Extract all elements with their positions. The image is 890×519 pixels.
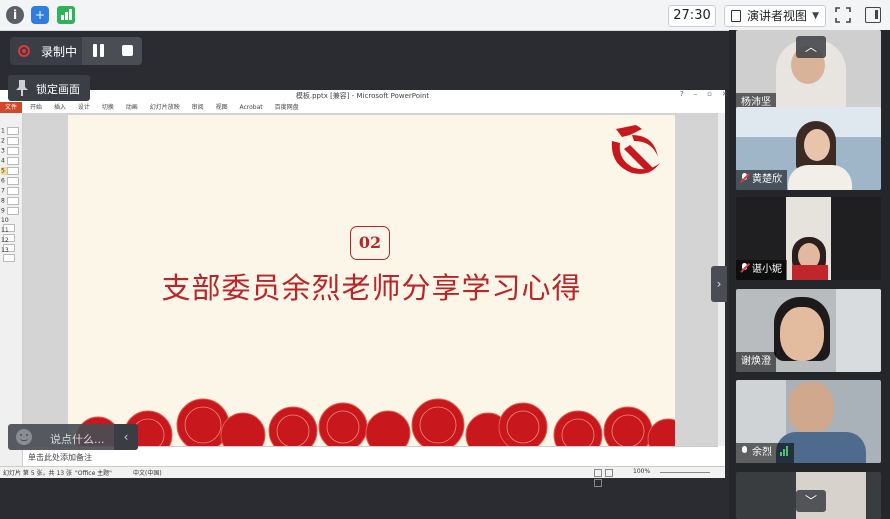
chevron-up-icon[interactable]: ︿ xyxy=(796,36,826,58)
chat-input[interactable]: 说点什么... xyxy=(50,431,105,447)
stop-icon[interactable] xyxy=(122,45,133,56)
participant-face xyxy=(788,382,834,434)
ribbon-tab[interactable]: 动画 xyxy=(126,104,138,111)
pin-icon[interactable] xyxy=(15,79,29,97)
section-number-badge: 02 xyxy=(350,226,390,260)
zoom-level: 100% xyxy=(633,468,651,475)
lock-screen-label: 锁定画面 xyxy=(36,83,80,96)
participant-tile[interactable]: 谌小妮 xyxy=(736,197,881,280)
participant-video xyxy=(836,289,881,372)
ppt-window-title: 模板.pptx [兼容] - Microsoft PowerPoint xyxy=(0,90,725,102)
slide-thumbnail[interactable]: 8 xyxy=(1,197,19,205)
slide-thumbnail-selected[interactable]: 5 xyxy=(1,167,19,175)
ribbon-tab[interactable]: 插入 xyxy=(54,104,66,111)
pause-icon[interactable] xyxy=(93,44,105,57)
slide-thumbnail[interactable]: 3 xyxy=(1,147,19,155)
participant-name-tag: 余烈 xyxy=(736,443,794,463)
slide-thumbnail-pane: 1 2 3 4 5 6 7 8 9 10 11 12 13 xyxy=(0,113,23,466)
record-icon xyxy=(18,45,30,57)
cloud-wave-decoration xyxy=(75,398,675,446)
participant-name: 余烈 xyxy=(752,447,772,458)
slide-thumbnail[interactable]: 7 xyxy=(1,187,19,195)
participant-name-tag: 谢焕澄 xyxy=(736,352,776,372)
slide-canvas: 02 支部委员余烈老师分享学习心得 xyxy=(68,115,675,446)
mic-icon xyxy=(741,446,748,456)
ribbon-tab[interactable]: 审阅 xyxy=(192,104,204,111)
volume-level-icon xyxy=(780,444,789,463)
side-panel-icon[interactable] xyxy=(865,7,881,23)
theme-name: "Office 主题" xyxy=(75,470,112,477)
fullscreen-icon[interactable] xyxy=(835,7,851,23)
recording-controls xyxy=(82,37,142,65)
participant-tile[interactable]: 黄楚欣 xyxy=(736,107,881,190)
slide-thumbnail[interactable]: 9 xyxy=(1,207,19,215)
signal-icon[interactable] xyxy=(57,6,75,24)
mic-muted-icon xyxy=(741,263,748,273)
ribbon-tab[interactable]: 百度网盘 xyxy=(275,104,299,111)
ribbon-tab[interactable]: 切换 xyxy=(102,104,114,111)
view-mode-dropdown[interactable]: 演讲者视图 ▼ xyxy=(724,5,826,27)
participant-body xyxy=(792,265,828,280)
participant-name-tag: 谌小妮 xyxy=(736,260,787,280)
language: 中文(中国) xyxy=(133,470,162,477)
ribbon-tab[interactable]: 开始 xyxy=(30,104,42,111)
view-mode-icons[interactable] xyxy=(594,469,626,487)
participant-face xyxy=(804,129,830,161)
participant-tile[interactable]: 余烈 xyxy=(736,380,881,463)
shield-icon[interactable]: + xyxy=(31,6,49,24)
slide-thumbnail[interactable]: 6 xyxy=(1,177,19,185)
ribbon-tab[interactable]: Acrobat xyxy=(240,104,263,111)
ribbon-tab[interactable]: 幻灯片放映 xyxy=(150,104,180,111)
sidebar-toggle-button[interactable]: › xyxy=(711,266,727,302)
participant-name: 谢焕澄 xyxy=(741,356,771,367)
ppt-status-bar: 幻灯片 第 5 张，共 13 张 "Office 主题" 中文(中国) 100% xyxy=(0,466,725,487)
slide-thumbnail[interactable]: 2 xyxy=(1,137,19,145)
ribbon-tab[interactable]: 设计 xyxy=(78,104,90,111)
view-mode-label: 演讲者视图 xyxy=(747,9,808,23)
party-emblem-icon xyxy=(611,125,660,174)
ribbon-tab[interactable]: 视图 xyxy=(216,104,228,111)
emoji-icon[interactable] xyxy=(16,429,32,445)
notes-placeholder: 单击此处添加备注 xyxy=(28,453,92,462)
slide-count: 幻灯片 第 5 张，共 13 张 xyxy=(3,470,72,477)
slide-title: 支部委员余烈老师分享学习心得 xyxy=(161,271,582,305)
participant-name: 谌小妮 xyxy=(752,264,782,275)
chevron-left-icon[interactable]: ‹ xyxy=(114,424,138,450)
chevron-down-icon[interactable]: ﹀ xyxy=(796,490,826,512)
chevron-down-icon: ▼ xyxy=(812,11,819,21)
participant-name-tag: 黄楚欣 xyxy=(736,170,787,190)
participant-name: 黄楚欣 xyxy=(752,174,782,185)
slide-thumbnail[interactable]: 13 xyxy=(1,247,22,262)
zoom-slider[interactable] xyxy=(660,472,710,473)
info-icon[interactable]: i xyxy=(6,6,24,24)
file-tab[interactable]: 文件 xyxy=(0,102,22,113)
meeting-timer: 27:30 xyxy=(668,5,716,27)
mic-muted-icon xyxy=(741,173,748,183)
slide-thumbnail[interactable]: 1 xyxy=(1,127,19,135)
ribbon-tabs: 开始 插入 设计 切换 动画 幻灯片放映 审阅 视图 Acrobat 百度网盘 xyxy=(30,102,309,113)
presenter-view-icon xyxy=(731,10,741,22)
participant-body xyxy=(788,165,852,190)
participant-face xyxy=(780,307,824,361)
slide-thumbnail[interactable]: 4 xyxy=(1,157,19,165)
participant-tile[interactable]: 谢焕澄 xyxy=(736,289,881,372)
recording-label: 录制中 xyxy=(41,45,78,59)
